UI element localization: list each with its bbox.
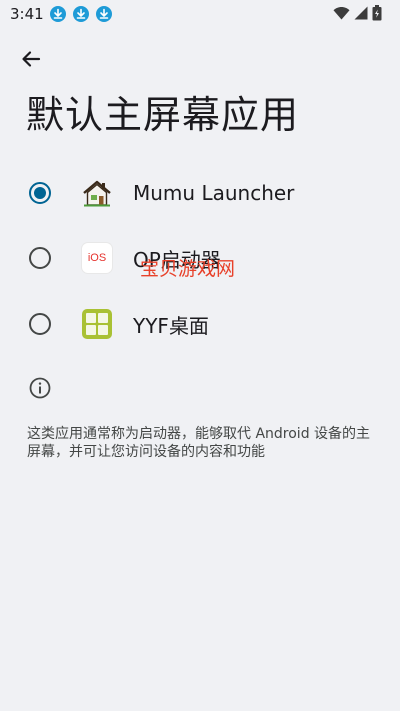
ios-icon-text: iOS xyxy=(82,243,112,273)
back-button[interactable] xyxy=(14,42,48,76)
option-label: Mumu Launcher xyxy=(133,181,295,205)
info-icon xyxy=(28,376,52,400)
page-title: 默认主屏幕应用 xyxy=(26,93,300,137)
status-bar: 3:41 xyxy=(0,0,400,28)
radio-selected[interactable] xyxy=(29,182,51,204)
option-op-launcher[interactable]: iOS OP启动器 xyxy=(0,230,400,286)
option-mumu-launcher[interactable]: Mumu Launcher xyxy=(0,165,400,221)
download-icon xyxy=(72,6,89,22)
status-time: 3:41 xyxy=(10,5,44,23)
download-icon xyxy=(95,6,112,22)
option-label: YYF桌面 xyxy=(133,313,209,338)
status-icons xyxy=(333,5,382,21)
option-yyf-desktop[interactable]: YYF桌面 xyxy=(0,296,400,352)
ios-icon: iOS xyxy=(82,243,112,273)
option-label: OP启动器 xyxy=(133,247,221,272)
info-description: 这类应用通常称为启动器，能够取代 Android 设备的主屏幕，并可让您访问设备… xyxy=(27,426,371,460)
signal-icon xyxy=(354,6,368,20)
wifi-icon xyxy=(333,7,350,20)
download-icon xyxy=(49,6,66,22)
house-icon xyxy=(82,178,112,208)
radio-unselected[interactable] xyxy=(29,313,51,335)
battery-icon xyxy=(372,5,382,21)
radio-unselected[interactable] xyxy=(29,247,51,269)
arrow-back-icon xyxy=(22,51,41,67)
yyf-grid-icon xyxy=(82,309,112,339)
